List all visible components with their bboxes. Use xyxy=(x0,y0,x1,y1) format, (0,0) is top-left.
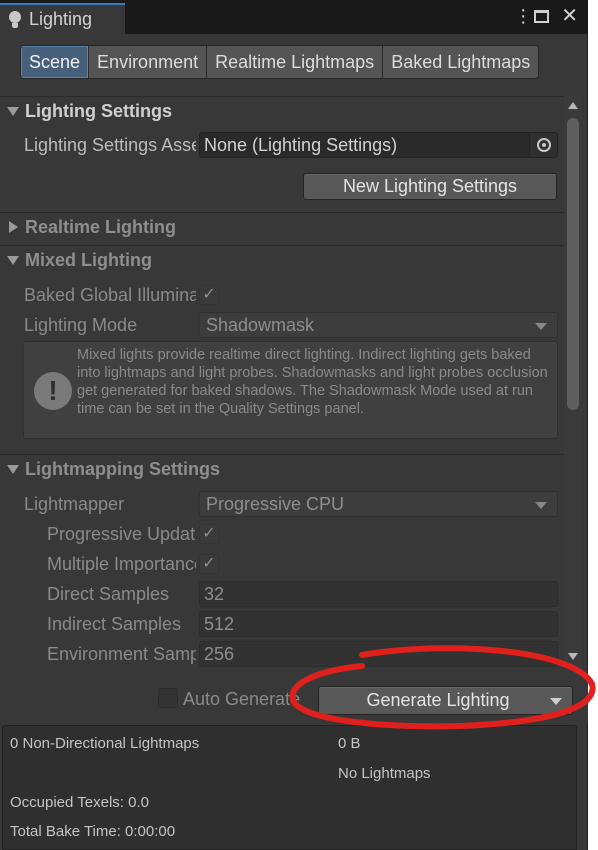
chevron-down-icon xyxy=(535,323,547,330)
section-mixed-lighting[interactable]: Mixed Lighting xyxy=(0,245,564,274)
indirect-samples-row: Indirect Samples xyxy=(47,611,196,637)
inspector-content: Lighting Settings Lighting Settings Asse… xyxy=(0,96,564,668)
generate-lighting-label: Generate Lighting xyxy=(366,690,510,710)
foldout-expanded-icon xyxy=(7,464,19,474)
mis-checkbox[interactable]: ✓ xyxy=(199,554,219,574)
field-label: Environment Samples xyxy=(47,643,196,664)
foldout-collapsed-icon xyxy=(9,221,18,233)
direct-samples-field[interactable]: 32 xyxy=(199,581,558,607)
foldout-expanded-icon xyxy=(7,255,19,265)
field-label: Multiple Importance Sampling xyxy=(47,553,196,574)
scrollbar-thumb[interactable] xyxy=(567,118,579,410)
help-text: Mixed lights provide realtime direct lig… xyxy=(77,347,548,417)
lightmap-size: 0 B xyxy=(338,735,361,752)
lightmap-stats-panel: 0 Non-Directional Lightmaps 0 B No Light… xyxy=(2,725,577,850)
baked-gi-row: Baked Global Illumination xyxy=(24,282,196,308)
lighting-mode-row: Lighting Mode xyxy=(24,312,196,338)
lightmapper-row: Lightmapper xyxy=(24,491,196,517)
mis-row: Multiple Importance Sampling xyxy=(47,551,196,577)
generate-lighting-button[interactable]: Generate Lighting xyxy=(318,686,573,715)
field-label: Progressive Updates xyxy=(47,523,196,544)
tab-environment[interactable]: Environment xyxy=(89,46,208,78)
tab-title: Lighting xyxy=(29,9,93,29)
auto-generate-checkbox[interactable] xyxy=(158,688,178,708)
total-bake-time: Total Bake Time: 0:00:00 xyxy=(10,823,176,840)
dropdown-value: Shadowmask xyxy=(206,314,315,335)
field-label: Baked Global Illumination xyxy=(24,284,196,305)
auto-generate-label: Auto Generate xyxy=(183,689,301,709)
progressive-updates-checkbox[interactable]: ✓ xyxy=(199,524,219,544)
field-label: Lighting Mode xyxy=(24,314,138,335)
object-picker-icon[interactable] xyxy=(529,133,557,157)
chevron-down-icon[interactable] xyxy=(550,698,562,705)
direct-samples-row: Direct Samples xyxy=(47,581,196,607)
light-bulb-icon xyxy=(8,10,22,29)
tab-realtime-lightmaps[interactable]: Realtime Lightmaps xyxy=(207,46,384,78)
lightmapper-dropdown[interactable]: Progressive CPU xyxy=(199,491,558,517)
scroll-up-arrow-icon[interactable] xyxy=(568,102,578,109)
lighting-tab[interactable]: Lighting xyxy=(0,3,125,34)
field-label: Lightmapper xyxy=(24,493,125,514)
lighting-toolbar-tabs: Scene Environment Realtime Lightmaps Bak… xyxy=(20,45,540,79)
vertical-scrollbar[interactable] xyxy=(564,96,582,668)
field-label: Indirect Samples xyxy=(47,613,182,634)
tab-baked-lightmaps[interactable]: Baked Lightmaps xyxy=(383,46,539,78)
lighting-settings-asset-field[interactable]: None (Lighting Settings) xyxy=(199,132,558,158)
section-title: Mixed Lighting xyxy=(25,249,152,270)
bake-toolbar: Auto Generate Generate Lighting xyxy=(0,670,588,722)
tab-scene[interactable]: Scene xyxy=(21,46,90,78)
scroll-down-arrow-icon[interactable] xyxy=(568,653,578,660)
field-label: Direct Samples xyxy=(47,583,170,604)
section-title: Lighting Settings xyxy=(25,100,172,121)
section-lighting-settings[interactable]: Lighting Settings xyxy=(0,96,564,125)
field-value: None (Lighting Settings) xyxy=(204,134,398,155)
environment-samples-row: Environment Samples xyxy=(47,641,196,667)
indirect-samples-field[interactable]: 512 xyxy=(199,611,558,637)
window-tab-bar: Lighting ⋮ ✕ xyxy=(0,0,588,34)
lighting-mode-dropdown[interactable]: Shadowmask xyxy=(199,312,558,338)
section-realtime-lighting[interactable]: Realtime Lighting xyxy=(0,212,564,241)
baked-gi-checkbox[interactable]: ✓ xyxy=(199,285,219,305)
kebab-menu-icon[interactable]: ⋮ xyxy=(514,7,532,25)
section-title: Realtime Lighting xyxy=(25,216,177,237)
lighting-settings-asset-row: Lighting Settings Asset xyxy=(24,132,196,158)
section-title: Lightmapping Settings xyxy=(25,458,220,479)
new-lighting-settings-button[interactable]: New Lighting Settings xyxy=(303,173,557,200)
section-lightmapping-settings[interactable]: Lightmapping Settings xyxy=(0,454,564,483)
window-controls: ⋮ ✕ xyxy=(514,6,578,26)
foldout-expanded-icon xyxy=(7,106,19,116)
close-icon[interactable]: ✕ xyxy=(561,6,578,26)
environment-samples-field[interactable]: 256 xyxy=(199,641,558,667)
lightmap-count: 0 Non-Directional Lightmaps xyxy=(10,735,200,752)
occupied-texels: Occupied Texels: 0.0 xyxy=(10,794,149,811)
maximize-icon[interactable] xyxy=(534,9,550,23)
help-box: ! Mixed lights provide realtime direct l… xyxy=(23,341,558,439)
field-label: Lighting Settings Asset xyxy=(24,134,196,155)
dropdown-value: Progressive CPU xyxy=(206,493,345,514)
chevron-down-icon xyxy=(535,502,547,509)
progressive-updates-row: Progressive Updates xyxy=(47,521,196,547)
lighting-window: Lighting ⋮ ✕ Scene Environment Realtime … xyxy=(0,0,588,850)
no-lightmaps-label: No Lightmaps xyxy=(338,765,431,782)
warning-icon: ! xyxy=(34,372,72,410)
